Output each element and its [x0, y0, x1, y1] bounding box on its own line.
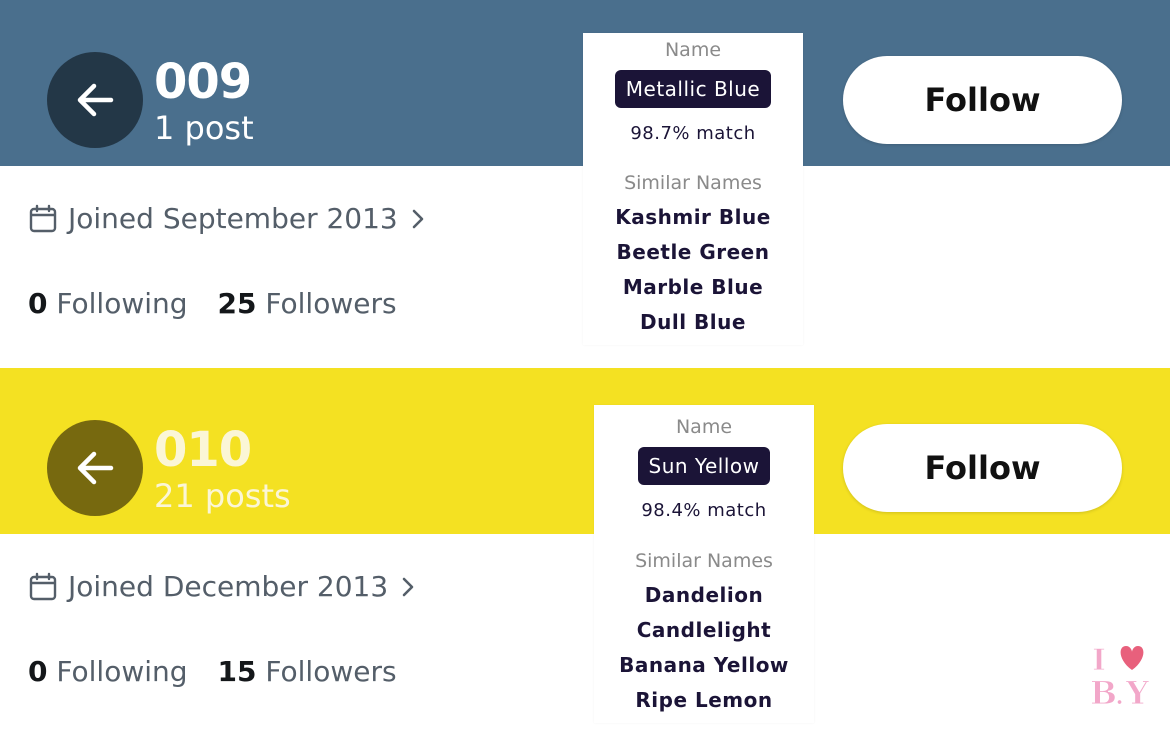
followers-count: 25 — [217, 287, 257, 320]
svg-text:.: . — [1115, 681, 1124, 710]
similar-names-heading: Similar Names — [624, 172, 762, 194]
color-name-badge: Sun Yellow — [637, 447, 771, 485]
name-heading: Name — [675, 416, 733, 438]
similar-name-item: Dull Blue — [640, 310, 746, 334]
followers-label: Followers — [265, 287, 397, 320]
joined-date[interactable]: Joined September 2013 — [28, 202, 428, 235]
post-count: 21 posts — [154, 477, 291, 515]
similar-name-item: Candlelight — [636, 618, 772, 642]
chevron-right-icon — [402, 577, 414, 596]
following-link[interactable]: 0 Following — [28, 655, 188, 688]
color-match-card: Name Sun Yellow 98.4% match Similar Name… — [594, 405, 814, 723]
calendar-icon — [29, 204, 57, 232]
svg-text:Y: Y — [1125, 674, 1150, 710]
back-button[interactable] — [47, 420, 143, 516]
joined-label: Joined December 2013 — [68, 570, 389, 603]
back-button[interactable] — [47, 52, 143, 148]
color-name-badge: Metallic Blue — [614, 70, 772, 108]
heart-icon — [1120, 646, 1144, 670]
similar-name-item: Beetle Green — [616, 240, 770, 264]
similar-name-item: Marble Blue — [622, 275, 764, 299]
watermark-logo: I B . Y — [1090, 643, 1151, 711]
follow-button[interactable]: Follow — [843, 424, 1122, 512]
followers-label: Followers — [265, 655, 397, 688]
following-link[interactable]: 0 Following — [28, 287, 188, 320]
similar-name-item: Ripe Lemon — [635, 688, 773, 712]
color-match-card: Name Metallic Blue 98.7% match Similar N… — [583, 33, 803, 345]
following-label: Following — [56, 287, 188, 320]
name-heading: Name — [664, 39, 722, 61]
following-count: 0 — [28, 655, 48, 688]
profile-panel-2: 010 21 posts Follow Joined December 2013… — [0, 368, 1170, 739]
chevron-right-icon — [412, 209, 424, 228]
similar-name-item: Banana Yellow — [619, 653, 789, 677]
profile-title: 010 — [154, 422, 252, 478]
followers-link[interactable]: 15 Followers — [218, 655, 397, 688]
svg-text:I: I — [1092, 643, 1106, 678]
post-count: 1 post — [154, 109, 254, 147]
svg-text:B: B — [1090, 674, 1117, 710]
arrow-left-icon — [77, 83, 114, 117]
profile-title: 009 — [154, 54, 252, 110]
following-count: 0 — [28, 287, 48, 320]
match-percentage: 98.7% match — [630, 123, 756, 144]
follow-button[interactable]: Follow — [843, 56, 1122, 144]
similar-name-item: Dandelion — [644, 583, 764, 607]
match-percentage: 98.4% match — [641, 500, 767, 521]
follow-stats: 0 Following 15 Followers — [28, 655, 397, 688]
followers-link[interactable]: 25 Followers — [218, 287, 397, 320]
calendar-icon — [29, 572, 57, 600]
followers-count: 15 — [217, 655, 257, 688]
similar-name-item: Kashmir Blue — [615, 205, 771, 229]
follow-stats: 0 Following 25 Followers — [28, 287, 397, 320]
joined-date[interactable]: Joined December 2013 — [28, 570, 418, 603]
similar-names-heading: Similar Names — [635, 550, 773, 572]
joined-label: Joined September 2013 — [68, 202, 398, 235]
following-label: Following — [56, 655, 188, 688]
arrow-left-icon — [77, 451, 114, 485]
